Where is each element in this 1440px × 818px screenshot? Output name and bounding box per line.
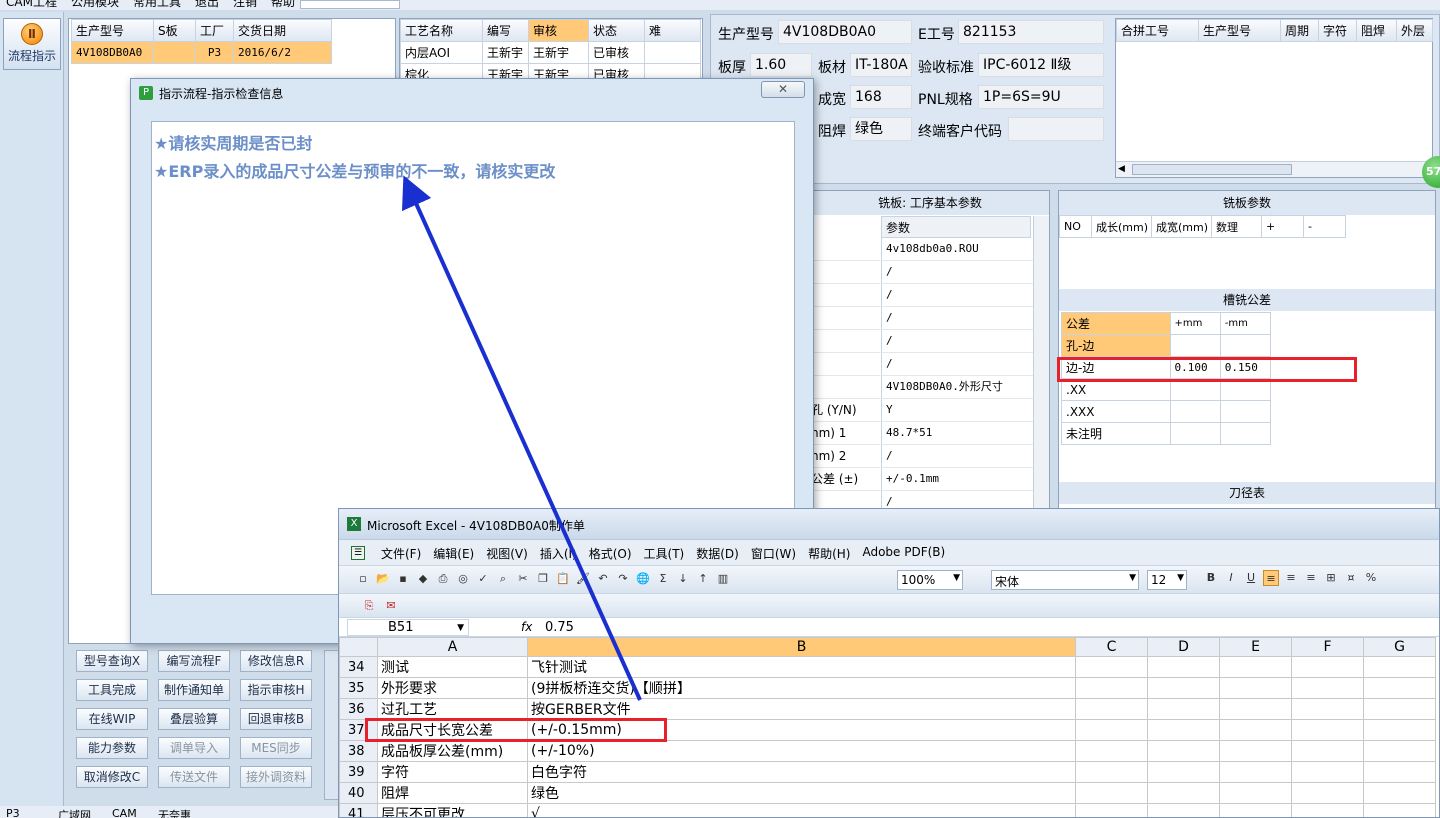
- arrow-line: [401, 175, 642, 701]
- annotation-arrow: [401, 175, 642, 701]
